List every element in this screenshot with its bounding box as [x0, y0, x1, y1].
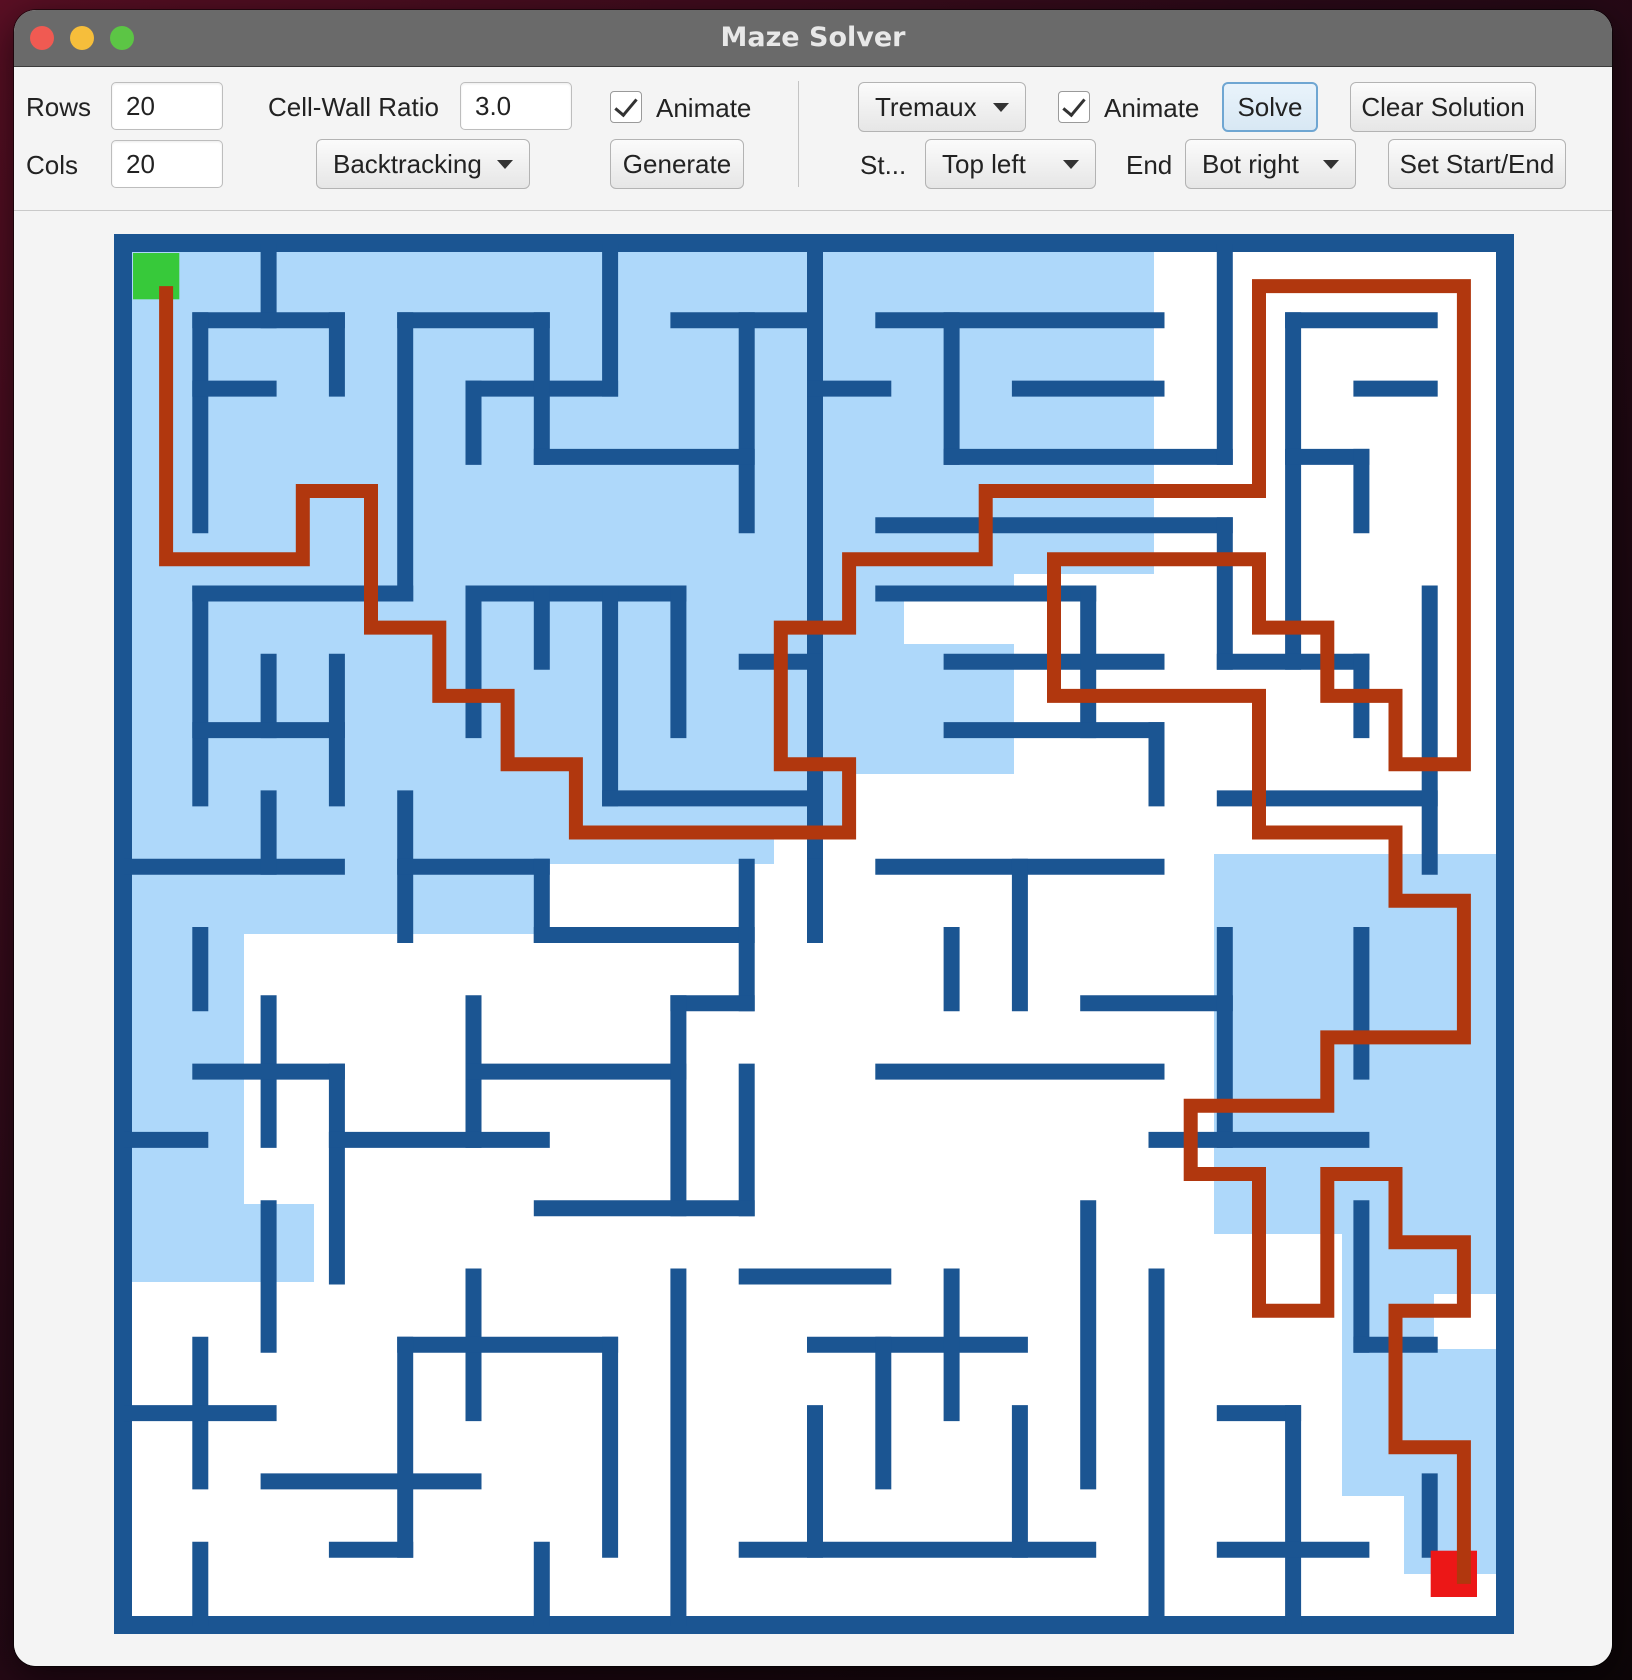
toolbar: Rows 20 Cols 20 Cell-Wall Ratio 3.0 Anim…: [14, 67, 1612, 211]
start-position-value: Top left: [942, 149, 1026, 179]
chevron-down-icon: [497, 160, 513, 169]
checkmark-icon: [1062, 92, 1086, 118]
maze-board[interactable]: [114, 234, 1514, 1634]
cols-label: Cols: [26, 150, 79, 180]
solver-animate-checkbox[interactable]: [1058, 91, 1090, 123]
solver-animate-label: Animate: [1104, 93, 1200, 123]
title-bar: Maze Solver: [14, 10, 1612, 67]
unvisited-pocket: [1434, 794, 1496, 849]
solve-button[interactable]: Solve: [1222, 82, 1318, 132]
generate-button[interactable]: Generate: [610, 139, 744, 189]
cell-wall-ratio-input[interactable]: 3.0: [460, 82, 572, 130]
set-start-end-button[interactable]: Set Start/End: [1388, 139, 1566, 189]
rows-label: Rows: [26, 92, 92, 122]
chevron-down-icon: [1063, 160, 1079, 169]
chevron-down-icon: [1323, 160, 1339, 169]
start-position-select[interactable]: Top left: [925, 139, 1096, 189]
toolbar-separator: [798, 81, 799, 187]
clear-solution-button[interactable]: Clear Solution: [1350, 82, 1536, 132]
generator-animate-label: Animate: [656, 93, 752, 123]
end-label: End: [1126, 150, 1173, 180]
solver-algorithm-value: Tremaux: [875, 92, 977, 122]
checkmark-icon: [614, 92, 638, 118]
generator-animate-checkbox[interactable]: [610, 91, 642, 123]
maze-canvas-area: [14, 211, 1612, 1666]
generator-algorithm-value: Backtracking: [333, 149, 482, 179]
start-label: St...: [860, 150, 907, 180]
solver-algorithm-select[interactable]: Tremaux: [858, 82, 1026, 132]
cols-input[interactable]: 20: [111, 140, 223, 188]
window-title: Maze Solver: [720, 22, 906, 53]
end-position-value: Bot right: [1202, 149, 1299, 179]
rows-input[interactable]: 20: [111, 82, 223, 130]
chevron-down-icon: [993, 103, 1009, 112]
generator-algorithm-select[interactable]: Backtracking: [316, 139, 530, 189]
cell-wall-ratio-label: Cell-Wall Ratio: [268, 92, 439, 122]
maze-solver-window: Maze Solver Rows 20 Cols 20 Cell-Wall Ra…: [14, 10, 1612, 1666]
end-position-select[interactable]: Bot right: [1185, 139, 1356, 189]
